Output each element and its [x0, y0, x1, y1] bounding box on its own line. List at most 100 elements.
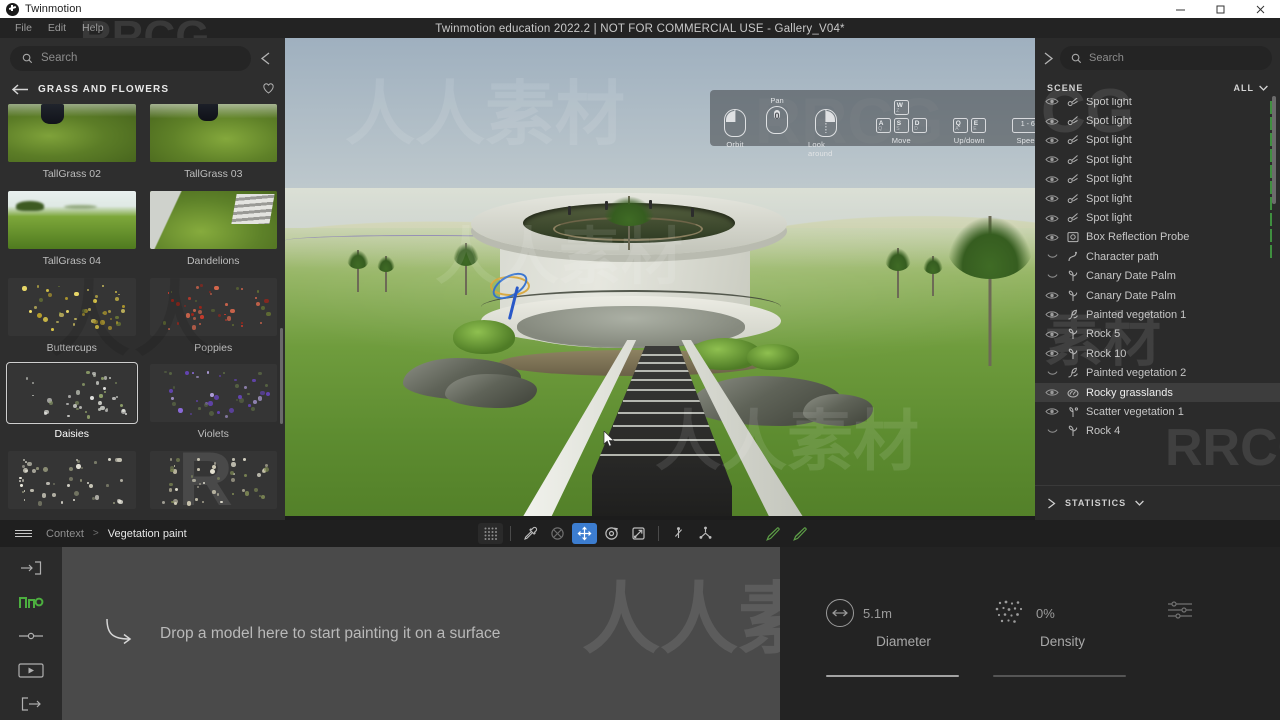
- asset-tile[interactable]: Violets: [149, 364, 277, 447]
- visibility-eye-icon[interactable]: [1045, 310, 1059, 319]
- rotate-tool-icon[interactable]: [599, 523, 624, 544]
- nav-look-around[interactable]: Look around: [808, 109, 844, 158]
- no-tool-icon[interactable]: [545, 523, 570, 544]
- visibility-eye-icon[interactable]: [1045, 175, 1059, 184]
- model-drop-zone[interactable]: Drop a model here to start painting it o…: [62, 547, 894, 720]
- scale-tool-icon[interactable]: [626, 523, 651, 544]
- nav-pan[interactable]: Pan 0: [766, 96, 788, 134]
- density-control[interactable]: 0% Density: [985, 599, 1140, 677]
- scene-tree-row[interactable]: Spot light: [1035, 189, 1280, 208]
- scene-expand-icon[interactable]: [1043, 51, 1054, 65]
- mouse-cursor: [603, 430, 615, 453]
- diameter-head: 5.1m: [826, 599, 981, 627]
- library-search-input[interactable]: Search: [10, 45, 251, 71]
- eyedropper-icon[interactable]: [518, 523, 543, 544]
- menu-file[interactable]: File: [7, 18, 40, 38]
- asset-tile[interactable]: [149, 451, 277, 512]
- asset-tile[interactable]: TallGrass 02: [8, 104, 136, 187]
- scene-tree-row-selected[interactable]: Rocky grasslands: [1035, 382, 1280, 403]
- asset-tile[interactable]: [8, 451, 136, 512]
- import-icon[interactable]: [16, 559, 46, 577]
- heart-icon[interactable]: [262, 81, 275, 99]
- key-q: Q A: [952, 118, 968, 133]
- asset-label: TallGrass 04: [42, 254, 101, 267]
- scene-tree-row[interactable]: Spot light: [1035, 98, 1280, 111]
- library-scrollbar[interactable]: [280, 328, 283, 424]
- diameter-slider[interactable]: [826, 675, 959, 677]
- density-slider[interactable]: [993, 675, 1126, 677]
- transform-gizmo[interactable]: [488, 267, 532, 320]
- menu-help[interactable]: Help: [74, 18, 112, 38]
- scene-tree-row[interactable]: Rock 5: [1035, 325, 1280, 344]
- scene-search-input[interactable]: Search: [1060, 46, 1272, 70]
- pivot-world-icon[interactable]: [693, 523, 718, 544]
- close-icon[interactable]: [1240, 0, 1280, 18]
- collapse-caret-icon[interactable]: [1045, 428, 1059, 435]
- visibility-eye-icon[interactable]: [1045, 330, 1059, 339]
- visibility-eye-icon[interactable]: [1045, 136, 1059, 145]
- scene-tree-row[interactable]: Box Reflection Probe: [1035, 228, 1280, 247]
- scene-tree-row[interactable]: Painted vegetation 2: [1035, 363, 1280, 382]
- extra-brush-control[interactable]: [1165, 599, 1245, 621]
- scene-tree-row[interactable]: Canary Date Palm: [1035, 267, 1280, 286]
- scene-tree-row[interactable]: Rock 10: [1035, 344, 1280, 363]
- asset-tile-selected[interactable]: Daisies: [6, 362, 138, 447]
- eraser-icon[interactable]: [787, 523, 812, 544]
- visibility-eye-icon[interactable]: [1045, 117, 1059, 126]
- breadcrumb-root[interactable]: Context: [46, 528, 84, 540]
- statistics-section[interactable]: STATISTICS: [1035, 485, 1280, 520]
- visibility-eye-icon[interactable]: [1045, 233, 1059, 242]
- scene-tree-row[interactable]: Spot light: [1035, 150, 1280, 169]
- visibility-eye-icon[interactable]: [1045, 214, 1059, 223]
- slider-settings-icon[interactable]: [16, 627, 46, 645]
- visibility-eye-icon[interactable]: [1045, 407, 1059, 416]
- scene-tree-row[interactable]: Spot light: [1035, 131, 1280, 150]
- collapse-caret-icon[interactable]: [1045, 253, 1059, 260]
- hamburger-icon[interactable]: [0, 528, 46, 539]
- scene-item-label: Rock 10: [1086, 347, 1127, 360]
- media-player-icon[interactable]: [16, 661, 46, 679]
- maximize-icon[interactable]: [1200, 0, 1240, 18]
- scene-tree-row[interactable]: Spot light: [1035, 208, 1280, 227]
- library-collapse-icon[interactable]: [255, 51, 275, 65]
- menu-edit[interactable]: Edit: [40, 18, 74, 38]
- asset-tile[interactable]: TallGrass 04: [8, 190, 136, 274]
- scene-tree-row[interactable]: Scatter vegetation 1: [1035, 402, 1280, 421]
- scene-tree-row[interactable]: Character path: [1035, 247, 1280, 266]
- scene-tree-row[interactable]: Spot light: [1035, 170, 1280, 189]
- scene-tree-row[interactable]: Rock 4: [1035, 422, 1280, 441]
- visibility-eye-icon[interactable]: [1045, 155, 1059, 164]
- asset-tile[interactable]: Buttercups: [8, 277, 136, 361]
- visibility-eye-icon[interactable]: [1045, 388, 1059, 397]
- visibility-eye-icon[interactable]: [1045, 291, 1059, 300]
- arrow-left-icon[interactable]: [12, 83, 29, 95]
- scene-scrollbar[interactable]: [1272, 96, 1276, 204]
- scene-tree-row[interactable]: Spot light: [1035, 111, 1280, 130]
- collapse-caret-icon[interactable]: [1045, 273, 1059, 280]
- library-search-placeholder: Search: [41, 52, 78, 64]
- scene-tree[interactable]: Spot light Spot light Spot light Spot light…: [1035, 98, 1280, 483]
- scene-tree-row[interactable]: Painted vegetation 1: [1035, 305, 1280, 324]
- export-icon[interactable]: [16, 695, 46, 713]
- asset-tile[interactable]: Poppies: [149, 277, 277, 361]
- visibility-eye-icon[interactable]: [1045, 194, 1059, 203]
- visibility-eye-icon[interactable]: [1045, 349, 1059, 358]
- context-toolbar: Context > Vegetation paint: [0, 520, 1280, 547]
- minimize-icon[interactable]: [1160, 0, 1200, 18]
- move-tool-icon[interactable]: [572, 523, 597, 544]
- scene-filter-dropdown[interactable]: ALL: [1234, 83, 1269, 93]
- diameter-control[interactable]: 5.1m Diameter: [826, 599, 981, 677]
- paint-brush-icon[interactable]: [760, 523, 785, 544]
- viewport-3d[interactable]: 人人素材 RRCG 人人素材 人人素材 Orbit Pan 0: [285, 38, 1035, 516]
- pivot-local-icon[interactable]: [666, 523, 691, 544]
- grid-snap-icon[interactable]: [478, 523, 503, 544]
- asset-tile[interactable]: Dandelions: [149, 190, 277, 274]
- asset-tile[interactable]: TallGrass 03: [149, 104, 277, 187]
- scene-tree-row[interactable]: Canary Date Palm: [1035, 286, 1280, 305]
- nav-orbit[interactable]: Orbit: [724, 109, 746, 149]
- visibility-eye-icon[interactable]: [1045, 98, 1059, 106]
- asset-thumbnail: [6, 362, 138, 425]
- collapse-caret-icon[interactable]: [1045, 370, 1059, 377]
- scene-item-label: Spot light: [1086, 192, 1132, 205]
- vegetation-paint-icon[interactable]: [16, 593, 46, 611]
